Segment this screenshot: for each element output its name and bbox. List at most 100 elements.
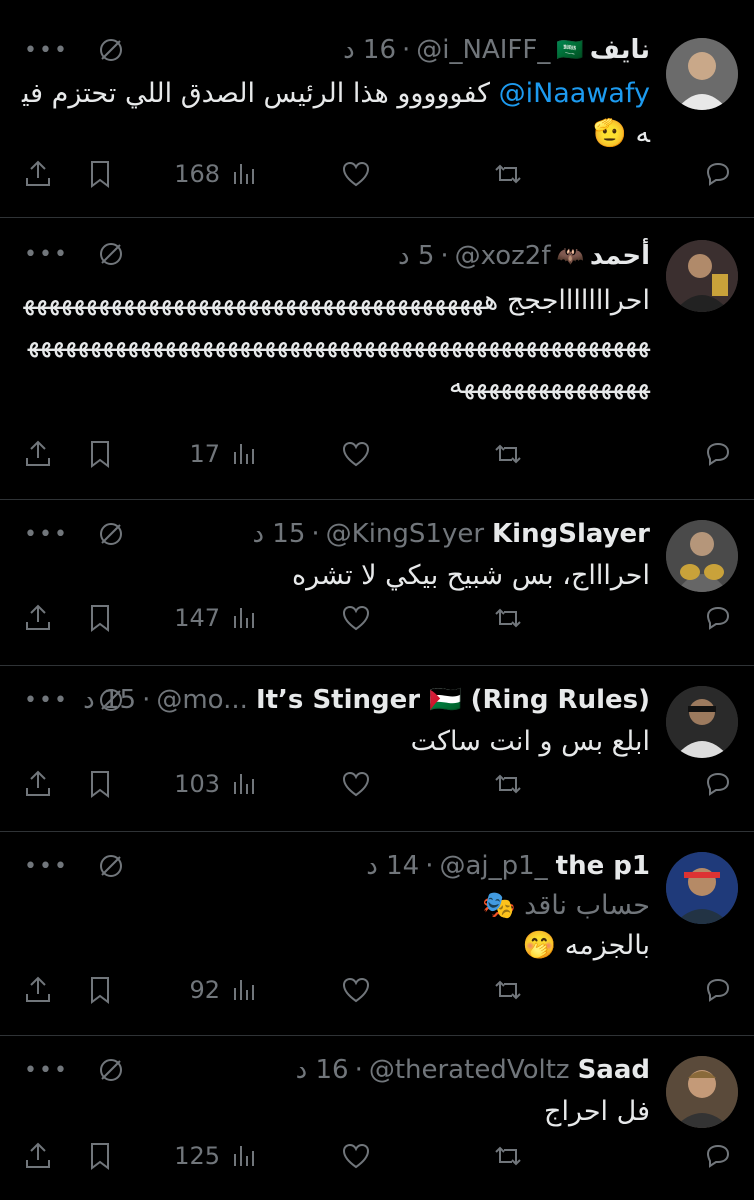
avatar[interactable] [666, 38, 738, 110]
author-name[interactable]: KingSlayer [492, 519, 650, 549]
views-button[interactable]: 168 [174, 158, 260, 190]
tweet-text: بالجزمه 🤭 [522, 930, 650, 961]
bookmark-button[interactable] [84, 438, 116, 470]
tweet-1[interactable]: نايف 🇸🇦 @i_NAIFF_ · 16 د ••• @iNaawafy ك… [0, 0, 754, 218]
share-button[interactable] [22, 1140, 54, 1172]
like-icon [342, 771, 370, 797]
like-button[interactable] [340, 438, 372, 470]
action-bar: 125 [20, 1140, 734, 1180]
mute-icon[interactable] [97, 520, 125, 548]
views-count: 125 [174, 1142, 220, 1170]
avatar[interactable] [666, 1056, 738, 1128]
retweet-button[interactable] [492, 158, 524, 190]
retweet-icon [495, 164, 521, 184]
views-icon [234, 164, 254, 184]
share-button[interactable] [22, 158, 54, 190]
retweet-button[interactable] [492, 768, 524, 800]
bat-emoji: 🦇 [556, 243, 584, 269]
action-bar: 168 [20, 158, 734, 198]
more-icon[interactable]: ••• [24, 1058, 69, 1083]
mute-icon[interactable] [97, 852, 125, 880]
reply-button[interactable] [702, 768, 734, 800]
bookmark-button[interactable] [84, 974, 116, 1006]
avatar[interactable] [666, 852, 738, 924]
timestamp[interactable]: 5 د [398, 241, 434, 271]
tweet-text: ابلع بس و انت ساكت [410, 726, 650, 757]
reply-button[interactable] [702, 1140, 734, 1172]
flag-emoji: 🇸🇦 [556, 37, 584, 63]
bookmark-icon [91, 1143, 109, 1170]
timestamp[interactable]: 15 د [252, 519, 305, 549]
share-button[interactable] [22, 974, 54, 1006]
share-button[interactable] [22, 602, 54, 634]
author-handle[interactable]: @theratedVoltz [369, 1055, 570, 1085]
views-button[interactable]: 17 [189, 438, 260, 470]
share-button[interactable] [22, 768, 54, 800]
author-name[interactable]: It’s Stinger 🇵🇸 (Ring Rules) [256, 685, 650, 715]
like-button[interactable] [340, 768, 372, 800]
reply-button[interactable] [702, 602, 734, 634]
reply-icon [706, 978, 730, 1002]
views-icon [234, 608, 254, 628]
bookmark-button[interactable] [84, 158, 116, 190]
more-icon[interactable]: ••• [24, 242, 69, 267]
author-handle[interactable]: @i_NAIFF_ [416, 35, 550, 65]
author-handle[interactable]: @mo... [156, 685, 248, 715]
tweet-4[interactable]: It’s Stinger 🇵🇸 (Ring Rules) @mo... · 15… [0, 666, 754, 832]
avatar[interactable] [666, 240, 738, 312]
author-handle[interactable]: @KingS1yer [326, 519, 484, 549]
more-icon[interactable]: ••• [24, 854, 69, 879]
like-button[interactable] [340, 1140, 372, 1172]
more-icon[interactable]: ••• [24, 688, 69, 713]
author-handle[interactable]: @aj_p1_ [439, 851, 547, 881]
views-button[interactable]: 103 [174, 768, 260, 800]
account-label: حساب ناقد 🎭 [481, 890, 650, 921]
retweet-button[interactable] [492, 1140, 524, 1172]
avatar[interactable] [666, 686, 738, 758]
views-icon [234, 444, 254, 464]
timestamp[interactable]: 16 د [343, 35, 396, 65]
author-name[interactable]: the p1 [556, 851, 650, 881]
author-name[interactable]: أحمد [590, 241, 650, 271]
views-button[interactable]: 92 [189, 974, 260, 1006]
reply-button[interactable] [702, 974, 734, 1006]
author-handle[interactable]: @xoz2f [455, 241, 551, 271]
more-icon[interactable]: ••• [24, 38, 69, 63]
retweet-button[interactable] [492, 438, 524, 470]
bookmark-button[interactable] [84, 602, 116, 634]
reply-button[interactable] [702, 158, 734, 190]
retweet-icon [495, 1146, 521, 1166]
tweet-6[interactable]: Saad @theratedVoltz · 16 د ••• فل احراج … [0, 1036, 754, 1200]
author-name[interactable]: Saad [578, 1055, 650, 1085]
separator-dot: · [440, 241, 449, 271]
tweet-5[interactable]: the p1 @aj_p1_ · 14 د ••• حساب ناقد 🎭 با… [0, 832, 754, 1036]
avatar[interactable] [666, 520, 738, 592]
like-button[interactable] [340, 158, 372, 190]
bookmark-button[interactable] [84, 1140, 116, 1172]
bookmark-button[interactable] [84, 768, 116, 800]
mute-icon[interactable] [97, 686, 125, 714]
like-button[interactable] [340, 974, 372, 1006]
tweet-2[interactable]: أحمد 🦇 @xoz2f · 5 د ••• احراااااااججج هه… [0, 218, 754, 500]
share-icon [26, 1142, 50, 1168]
retweet-button[interactable] [492, 602, 524, 634]
views-button[interactable]: 147 [174, 602, 260, 634]
mute-icon[interactable] [97, 240, 125, 268]
timestamp[interactable]: 14 د [366, 851, 419, 881]
tweet-3[interactable]: KingSlayer @KingS1yer · 15 د ••• احراااج… [0, 500, 754, 666]
reply-button[interactable] [702, 438, 734, 470]
timestamp[interactable]: 16 د [296, 1055, 349, 1085]
like-button[interactable] [340, 602, 372, 634]
mute-icon[interactable] [97, 36, 125, 64]
share-button[interactable] [22, 438, 54, 470]
bookmark-icon [91, 441, 109, 468]
more-icon[interactable]: ••• [24, 522, 69, 547]
author-name[interactable]: نايف [590, 35, 650, 65]
retweet-button[interactable] [492, 974, 524, 1006]
mute-icon[interactable] [97, 1056, 125, 1084]
reply-icon [706, 162, 730, 186]
views-button[interactable]: 125 [174, 1140, 260, 1172]
tweet-text: احراااج، بس شبيح بيكي لا تشره [291, 560, 650, 591]
bookmark-icon [91, 605, 109, 632]
mention-link[interactable]: @iNaawafy [499, 78, 650, 109]
